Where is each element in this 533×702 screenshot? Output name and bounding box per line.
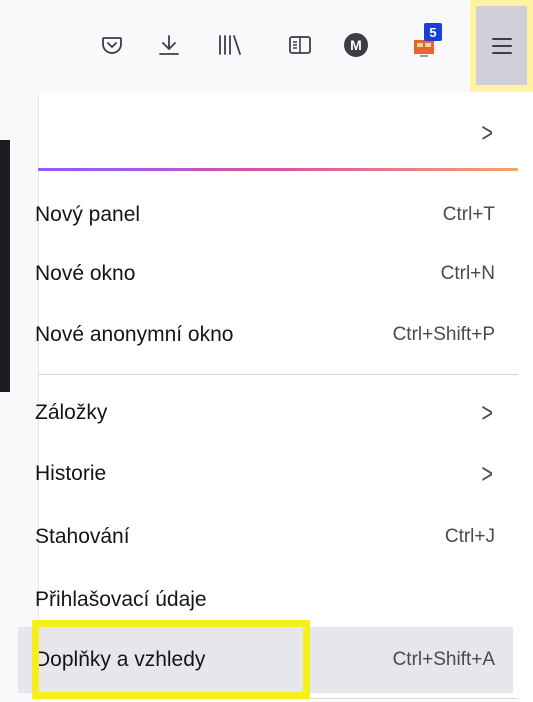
- menu-item-label: Stahování: [35, 525, 130, 548]
- menu-item-passwords[interactable]: Přihlašovací údaje: [18, 567, 513, 633]
- menu-item-shortcut: Ctrl+Shift+A: [392, 649, 495, 670]
- menu-separator: [38, 698, 518, 699]
- hamburger-menu-button[interactable]: [470, 0, 533, 92]
- menu-item-label: Přihlašovací údaje: [35, 588, 207, 611]
- menu-item-history[interactable]: Historie >: [18, 441, 513, 507]
- chevron-right-icon: >: [481, 117, 493, 148]
- hamburger-menu-icon: [491, 37, 512, 54]
- menu-item-label: Nové okno: [35, 262, 136, 285]
- menu-item-new-tab[interactable]: Nový panel Ctrl+T: [18, 182, 513, 248]
- menu-item-shortcut: Ctrl+J: [444, 526, 495, 547]
- download-icon[interactable]: [149, 25, 189, 65]
- menu-item-new-window[interactable]: Nové okno Ctrl+N: [18, 241, 513, 307]
- avatar-letter: M: [350, 37, 362, 53]
- extension-icon[interactable]: 5: [404, 23, 444, 65]
- menu-item-shortcut: Ctrl+Shift+P: [392, 324, 495, 345]
- account-row[interactable]: >: [18, 100, 513, 166]
- browser-toolbar: M 5: [0, 0, 533, 92]
- menu-item-label: Doplňky a vzhledy: [35, 648, 206, 671]
- account-avatar-icon[interactable]: M: [336, 25, 376, 65]
- menu-item-new-private-window[interactable]: Nové anonymní okno Ctrl+Shift+P: [18, 302, 513, 368]
- reader-view-icon[interactable]: [280, 25, 320, 65]
- background-window-strip: [0, 140, 10, 392]
- menu-item-bookmarks[interactable]: Záložky >: [18, 380, 513, 446]
- account-separator: [38, 168, 518, 171]
- menu-item-label: Záložky: [35, 401, 108, 424]
- menu-separator: [38, 374, 518, 375]
- menu-item-label: Historie: [35, 462, 107, 485]
- library-icon[interactable]: [210, 25, 250, 65]
- menu-item-shortcut: Ctrl+N: [440, 263, 495, 284]
- chevron-right-icon: >: [481, 458, 493, 489]
- pocket-icon[interactable]: [92, 25, 132, 65]
- menu-item-addons-themes[interactable]: Doplňky a vzhledy Ctrl+Shift+A: [18, 627, 513, 693]
- menu-item-shortcut: Ctrl+T: [442, 204, 495, 225]
- menu-item-label: Nový panel: [35, 203, 141, 226]
- menu-item-label: Nové anonymní okno: [35, 323, 234, 346]
- menu-item-downloads[interactable]: Stahování Ctrl+J: [18, 504, 513, 570]
- extension-badge: 5: [424, 23, 442, 41]
- chevron-right-icon: >: [481, 397, 493, 428]
